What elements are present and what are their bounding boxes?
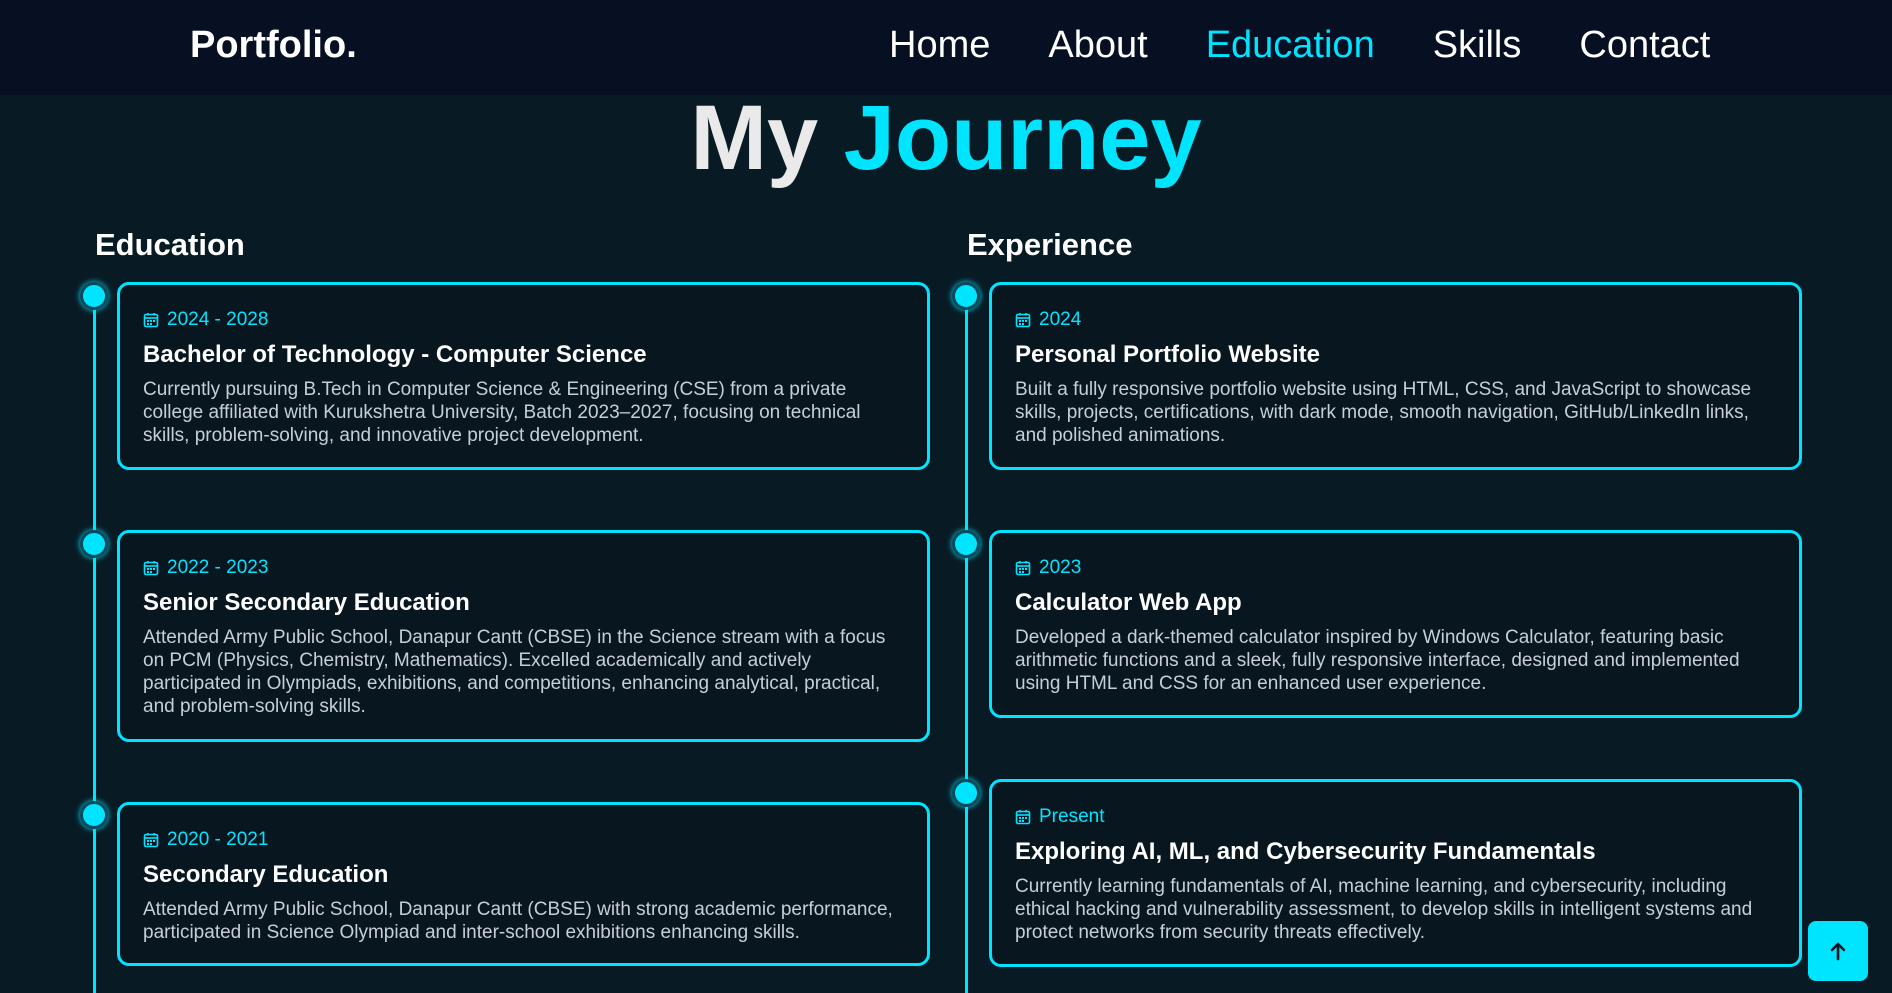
experience-timeline-line xyxy=(965,295,968,993)
calendar-icon xyxy=(1015,810,1031,825)
scroll-to-top-button[interactable] xyxy=(1808,921,1868,981)
card-title: Calculator Web App xyxy=(1015,589,1242,616)
nav-link-about[interactable]: About xyxy=(1048,24,1147,67)
page-title-part2: Journey xyxy=(843,87,1202,189)
card-date: 2022 - 2023 xyxy=(143,557,903,579)
calendar-icon xyxy=(143,833,159,848)
card-description: Currently pursuing B.Tech in Computer Sc… xyxy=(143,379,861,446)
arrow-up-icon xyxy=(1830,942,1846,961)
card-title: Exploring AI, ML, and Cybersecurity Fund… xyxy=(1015,838,1596,865)
card-description: Attended Army Public School, Danapur Can… xyxy=(143,899,893,943)
page-title-part1: My xyxy=(690,87,819,189)
card-date-text: 2024 xyxy=(1039,309,1082,330)
calendar-icon xyxy=(1015,313,1031,328)
timeline-dot xyxy=(80,530,108,558)
nav-link-education[interactable]: Education xyxy=(1206,24,1375,67)
education-heading: Education xyxy=(95,227,245,262)
card-date: 2023 xyxy=(1015,557,1775,579)
education-card: 2020 - 2021 Secondary Education Attended… xyxy=(117,802,930,966)
card-title: Secondary Education xyxy=(143,861,389,888)
timeline-dot xyxy=(80,801,108,829)
experience-card: 2023 Calculator Web App Developed a dark… xyxy=(989,530,1802,718)
card-date-text: 2023 xyxy=(1039,557,1082,578)
card-description: Developed a dark-themed calculator inspi… xyxy=(1015,627,1740,694)
navbar: Portfolio. Home About Education Skills C… xyxy=(0,0,1892,95)
calendar-icon xyxy=(143,313,159,328)
logo[interactable]: Portfolio. xyxy=(190,24,357,67)
calendar-icon xyxy=(143,561,159,576)
card-description: Built a fully responsive portfolio websi… xyxy=(1015,379,1752,446)
card-date: 2020 - 2021 xyxy=(143,829,903,851)
education-card: 2022 - 2023 Senior Secondary Education A… xyxy=(117,530,930,742)
nav-link-home[interactable]: Home xyxy=(889,24,990,67)
card-date: Present xyxy=(1015,806,1775,828)
card-title: Senior Secondary Education xyxy=(143,589,470,616)
card-description: Currently learning fundamentals of AI, m… xyxy=(1015,876,1753,943)
timeline-dot xyxy=(952,282,980,310)
card-date-text: 2020 - 2021 xyxy=(167,829,269,850)
card-title: Bachelor of Technology - Computer Scienc… xyxy=(143,341,647,368)
timeline-dot xyxy=(80,282,108,310)
experience-card: Present Exploring AI, ML, and Cybersecur… xyxy=(989,779,1802,967)
experience-heading: Experience xyxy=(967,227,1133,262)
card-date-text: 2024 - 2028 xyxy=(167,309,269,330)
card-description: Attended Army Public School, Danapur Can… xyxy=(143,627,886,717)
nav-link-skills[interactable]: Skills xyxy=(1433,24,1522,67)
nav-link-contact[interactable]: Contact xyxy=(1579,24,1710,67)
calendar-icon xyxy=(1015,561,1031,576)
education-card: 2024 - 2028 Bachelor of Technology - Com… xyxy=(117,282,930,470)
timeline-dot xyxy=(952,779,980,807)
nav-links: Home About Education Skills Contact xyxy=(889,24,1710,67)
card-date: 2024 - 2028 xyxy=(143,309,903,331)
page-title: My Journey xyxy=(0,87,1892,189)
card-date-text: 2022 - 2023 xyxy=(167,557,269,578)
timeline-dot xyxy=(952,530,980,558)
education-timeline-line xyxy=(93,295,96,993)
card-title: Personal Portfolio Website xyxy=(1015,341,1320,368)
experience-card: 2024 Personal Portfolio Website Built a … xyxy=(989,282,1802,470)
card-date-text: Present xyxy=(1039,806,1105,827)
card-date: 2024 xyxy=(1015,309,1775,331)
